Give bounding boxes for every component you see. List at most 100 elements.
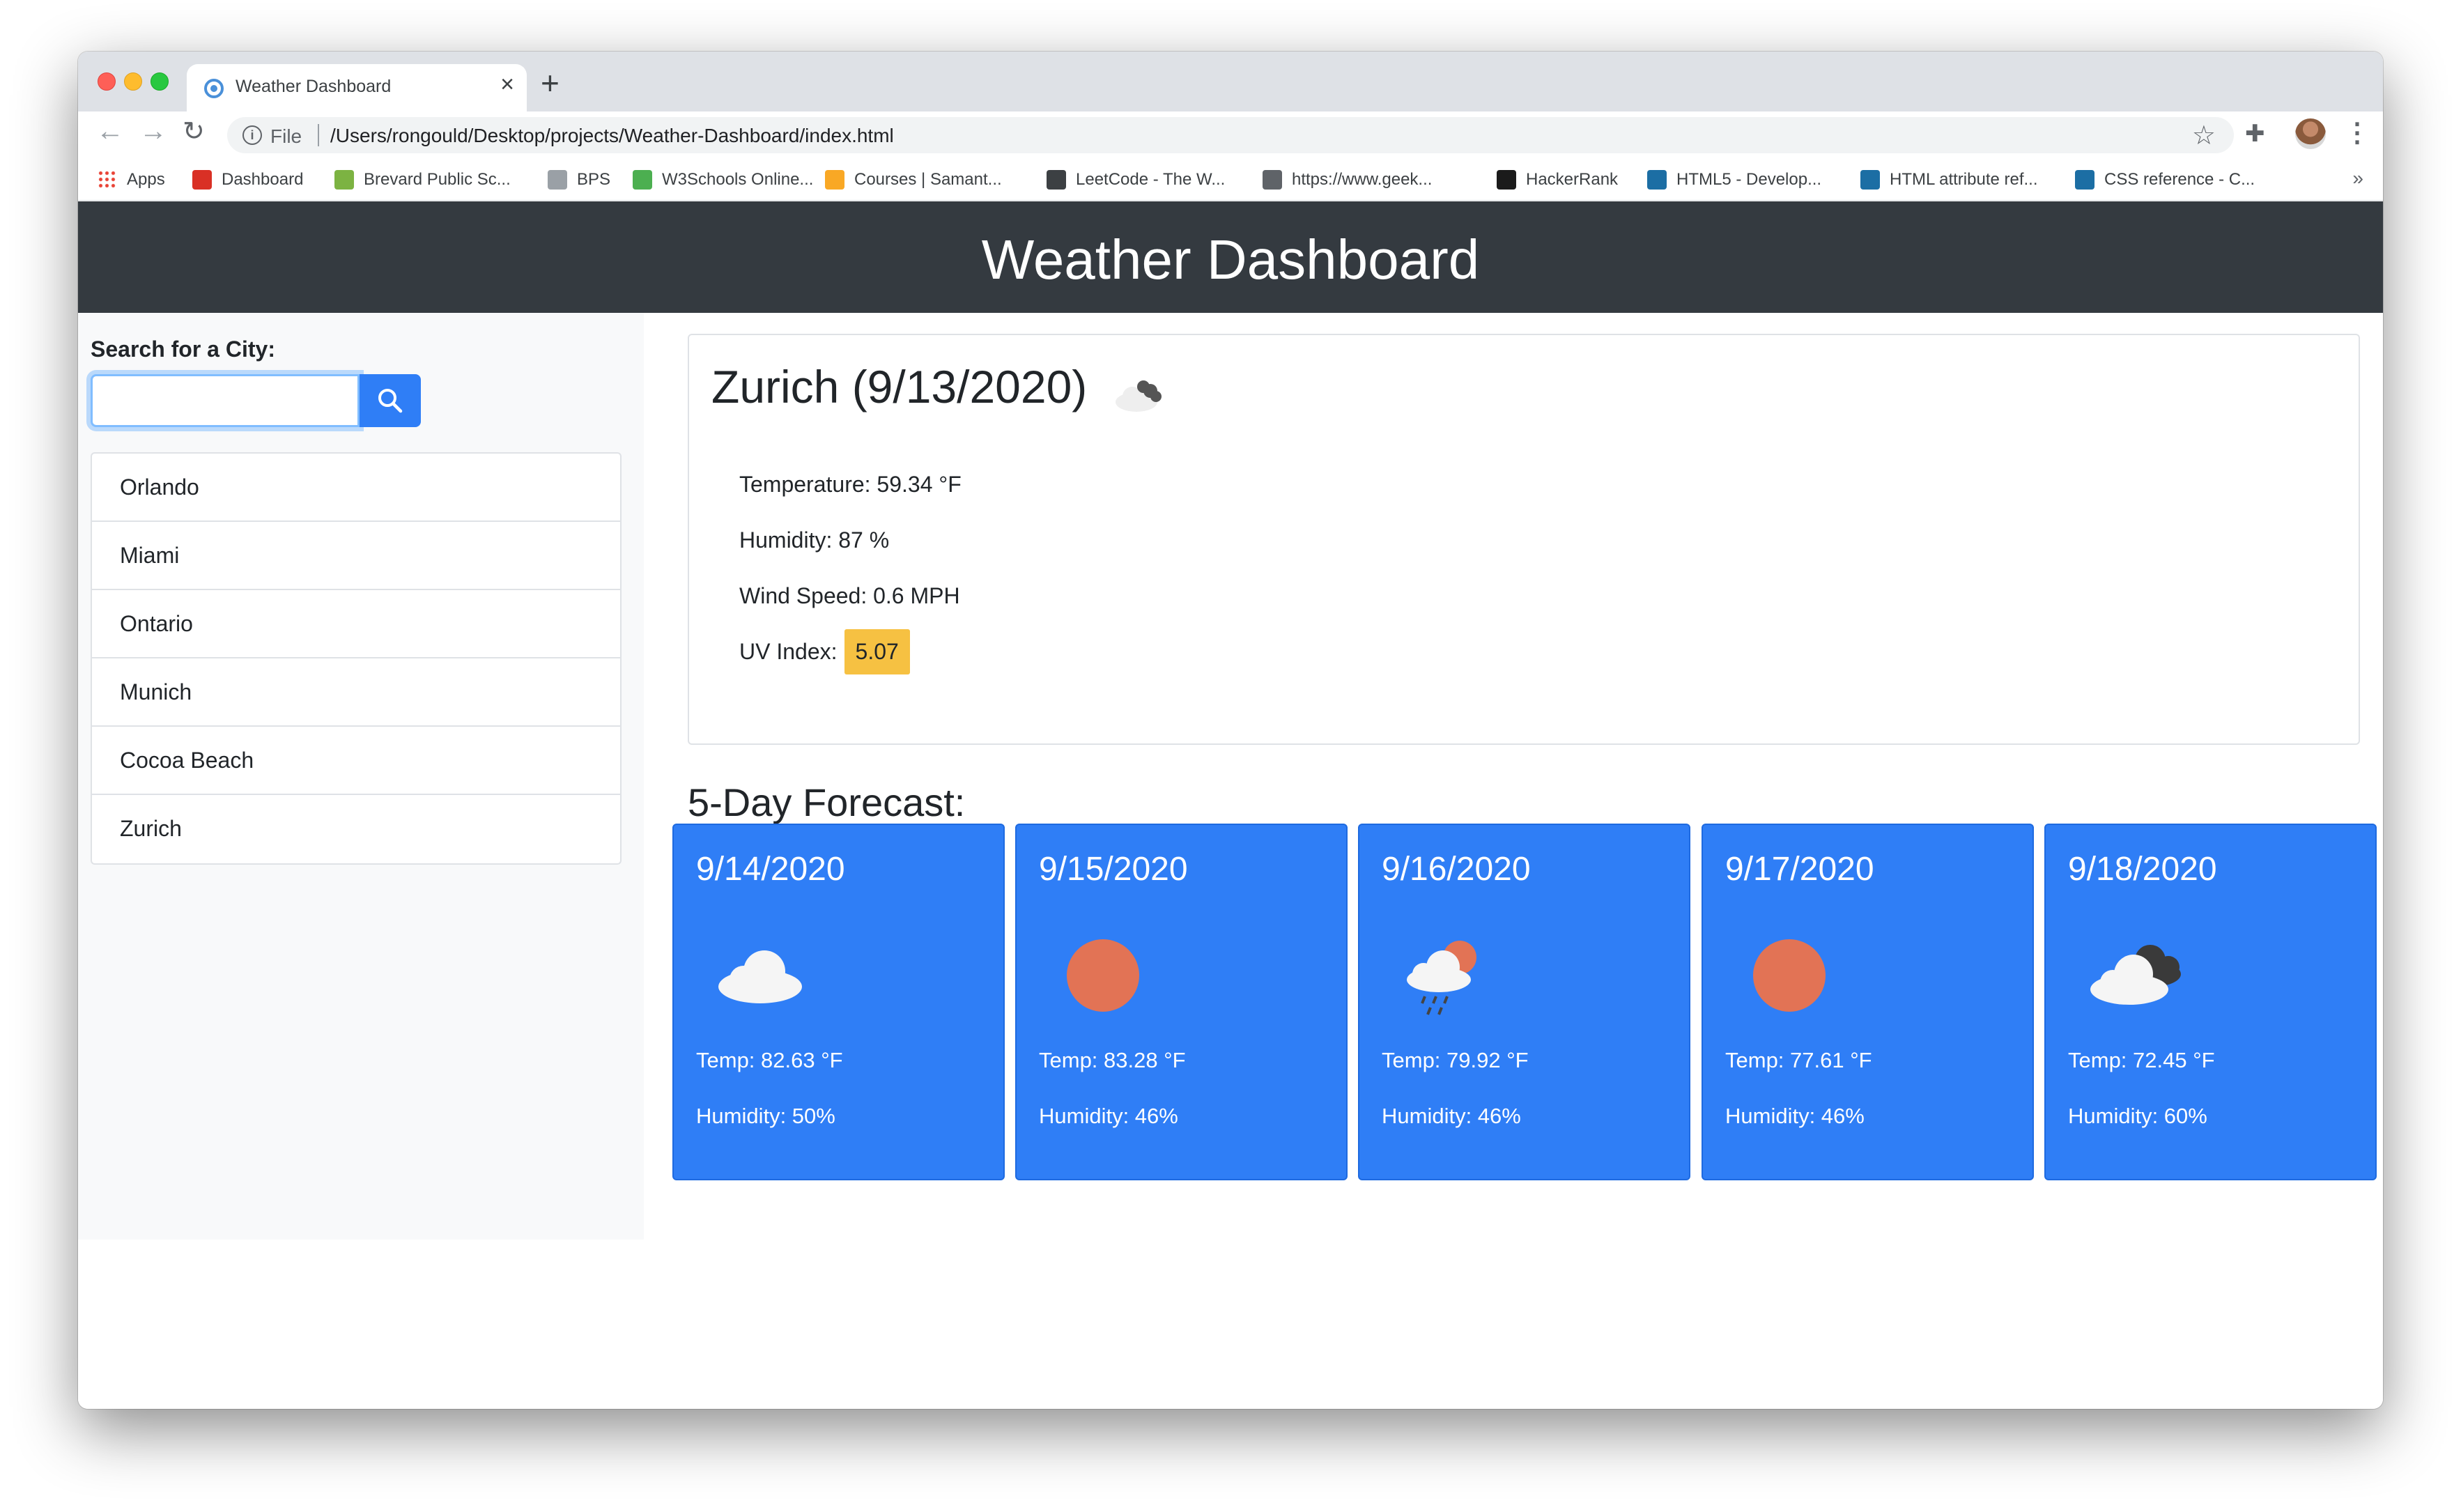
address-bar[interactable]: i File /Users/rongould/Desktop/projects/… [227,117,2234,153]
forecast-date: 9/16/2020 [1382,851,1531,888]
current-weather-card: Zurich (9/13/2020) Temperature: 59.34 °F… [688,334,2360,745]
browser-menu-icon[interactable]: ⋮ [2344,117,2370,148]
bookmark-label: W3Schools Online... [662,170,814,189]
forecast-card: 9/17/2020 Temp: 77.61 °F Humidity: 46% [1702,824,2034,1180]
uv-index-badge: 5.07 [844,629,910,674]
bookmark-item[interactable]: https://www.geek... [1263,170,1432,190]
forward-arrow-icon[interactable]: → [139,117,167,145]
bookmark-label: BPS [577,170,611,189]
city-history-item[interactable]: Miami [92,522,620,590]
bookmark-item[interactable]: Dashboard [192,170,303,190]
forecast-temp: Temp: 72.45 °F [2068,1048,2215,1072]
city-history-item[interactable]: Munich [92,658,620,727]
url-scheme-label: File [270,125,302,147]
page-content: Weather Dashboard Search for a City: Orl… [78,201,2383,1409]
bookmark-label: Courses | Samant... [854,170,1002,189]
bookmark-item[interactable]: HTML5 - Develop... [1647,170,1821,190]
tab-favicon-icon [204,79,224,98]
cloud-icon [718,950,802,1003]
maximize-window-button[interactable] [151,72,169,91]
w3schools-icon [633,170,652,190]
tab-strip: Weather Dashboard × + [78,52,2383,111]
apps-grid-icon [98,170,117,190]
city-history-item[interactable]: Ontario [92,590,620,658]
forecast-date: 9/17/2020 [1725,851,1874,888]
city-history-item[interactable]: Orlando [92,454,620,522]
courses-icon [825,170,844,190]
leetcode-icon [1047,170,1066,190]
tab-weather-dashboard[interactable]: Weather Dashboard × [187,64,527,111]
search-label: Search for a City: [91,337,275,362]
info-icon[interactable]: i [242,125,262,145]
uv-index-label: UV Index: [739,639,838,664]
url-text[interactable]: /Users/rongould/Desktop/projects/Weather… [330,125,894,147]
bookmark-label: Brevard Public Sc... [364,170,511,189]
forecast-temp: Temp: 79.92 °F [1382,1048,1529,1072]
extensions-puzzle-icon[interactable]: ✚ [2245,120,2265,148]
forecast-heading: 5-Day Forecast: [688,780,966,824]
forecast-humidity: Humidity: 50% [696,1104,835,1128]
current-city-title: Zurich (9/13/2020) [711,361,1088,412]
close-window-button[interactable] [98,72,116,91]
bookmark-item[interactable]: HackerRank [1497,170,1618,190]
forecast-temp: Temp: 82.63 °F [696,1048,843,1072]
bookmark-item[interactable]: HTML attribute ref... [1860,170,2038,190]
back-arrow-icon[interactable]: ← [96,117,124,145]
globe-icon [1263,170,1282,190]
current-humidity: Humidity: 87 % [739,527,890,553]
bookmark-item[interactable]: Apps [98,170,165,190]
bookmark-label: HTML attribute ref... [1890,170,2038,189]
bookmarks-overflow-icon[interactable]: » [2352,167,2363,190]
bookmark-label: Dashboard [222,170,304,189]
header-banner: Weather Dashboard [78,201,2383,313]
rain-cloud-sun-icon [1407,941,1476,1015]
bookmark-label: LeetCode - The W... [1076,170,1226,189]
current-temperature: Temperature: 59.34 °F [739,472,962,497]
forecast-card: 9/16/2020 Temp: 79.92 °F Humidity: 46% [1358,824,1690,1180]
forecast-card: 9/14/2020 Temp: 82.63 °F Humidity: 50% [672,824,1005,1180]
forecast-date: 9/15/2020 [1039,851,1188,888]
browser-toolbar: ← → ↻ i File /Users/rongould/Desktop/pro… [78,111,2383,159]
bookmark-item[interactable]: Brevard Public Sc... [334,170,511,190]
forecast-humidity: Humidity: 46% [1039,1104,1178,1128]
bookmark-label: https://www.geek... [1292,170,1433,189]
bookmark-star-icon[interactable]: ☆ [2192,120,2216,151]
minimize-window-button[interactable] [124,72,142,91]
dashboard-icon [192,170,212,190]
forecast-date: 9/14/2020 [696,851,845,888]
bookmark-item[interactable]: BPS [548,170,610,190]
forecast-humidity: Humidity: 46% [1382,1104,1521,1128]
bookmark-item[interactable]: W3Schools Online... [633,170,813,190]
forecast-humidity: Humidity: 46% [1725,1104,1865,1128]
bookmark-label: Apps [127,170,165,189]
browser-window: Weather Dashboard × + ← → ↻ i File /User… [78,52,2383,1409]
bookmark-item[interactable]: LeetCode - The W... [1047,170,1225,190]
bookmark-item[interactable]: Courses | Samant... [825,170,1002,190]
hackerrank-icon [1497,170,1516,190]
sun-icon [1067,939,1139,1012]
mdn-icon [1860,170,1880,190]
forecast-temp: Temp: 83.28 °F [1039,1048,1186,1072]
city-history-item[interactable]: Cocoa Beach [92,727,620,795]
mdn-icon [2075,170,2094,190]
forecast-card: 9/18/2020 Temp: 72.45 °F Humidity: 60% [2044,824,2377,1180]
forecast-card: 9/15/2020 Temp: 83.28 °F Humidity: 46% [1015,824,1348,1180]
city-search-input[interactable] [91,374,360,427]
bookmark-item[interactable]: CSS reference - C... [2075,170,2255,190]
forecast-date: 9/18/2020 [2068,851,2217,888]
profile-avatar[interactable] [2295,118,2326,149]
mdn-icon [1647,170,1667,190]
bps-icon [548,170,567,190]
omnibox-divider [318,124,319,146]
reload-icon[interactable]: ↻ [183,118,205,145]
tab-close-icon[interactable]: × [500,72,514,96]
search-button[interactable] [360,374,421,427]
forecast-humidity: Humidity: 60% [2068,1104,2207,1128]
tab-title: Weather Dashboard [236,77,392,96]
page-title: Weather Dashboard [981,229,1480,291]
new-tab-button[interactable]: + [541,67,560,99]
sun-icon [1753,939,1826,1012]
city-history-item[interactable]: Zurich [92,795,620,863]
sidebar: Search for a City: Orlando Miami Ontario… [78,313,644,1240]
dark-clouds-icon [2090,945,2181,1005]
